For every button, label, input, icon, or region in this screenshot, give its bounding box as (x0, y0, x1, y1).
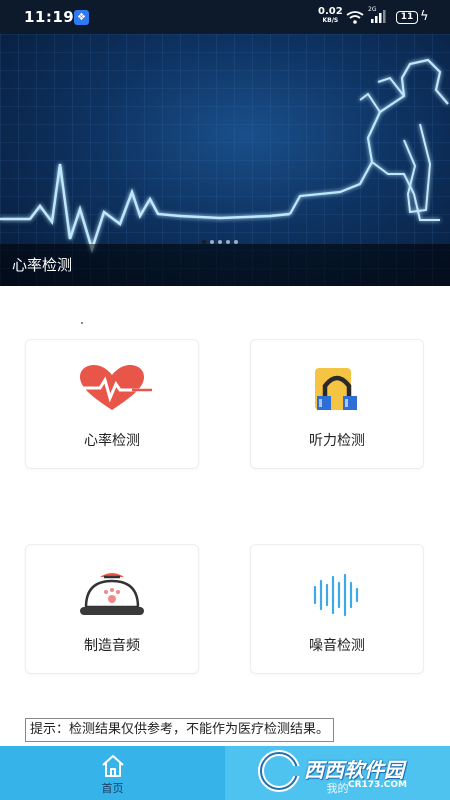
network-speed-value: 0.02 (318, 6, 343, 17)
network-speed-unit: KB/S (322, 17, 339, 24)
watermark-logo-icon (258, 750, 302, 792)
nav-home-label: 首页 (101, 782, 124, 795)
watermark-subtext: CR173.COM (348, 780, 407, 790)
card-label: 制造音频 (84, 638, 140, 654)
banner-carousel[interactable]: 心率检测 (0, 34, 450, 286)
signal-icon (371, 10, 386, 23)
noise-detect-card[interactable]: 噪音检测 (250, 544, 424, 674)
card-label: 听力检测 (309, 433, 365, 449)
headphones-icon (315, 368, 357, 410)
status-time: 11:19 (24, 8, 75, 26)
heart-pulse-icon (72, 365, 152, 410)
wifi-icon (346, 11, 364, 24)
disclaimer-notice: 提示：检测结果仅供参考，不能作为医疗检测结果。 (25, 718, 335, 742)
charging-icon: ϟ (420, 9, 429, 24)
status-bar: 11:19 ❖ 0.02 KB/S 2G 11 ϟ (0, 0, 450, 34)
nav-home[interactable]: 首页 (0, 746, 225, 800)
carousel-indicator[interactable] (202, 229, 242, 244)
card-label: 噪音检测 (309, 638, 365, 654)
watermark-text: 西西软件园 (304, 758, 404, 782)
battery-level: 11 (396, 11, 418, 24)
banner-caption: 心率检测 (12, 256, 73, 274)
card-label: 心率检测 (84, 433, 140, 449)
site-watermark: 西西软件园 CR173.COM (256, 748, 446, 796)
app-notification-icon: ❖ (74, 10, 89, 25)
banner-caption-bar: 心率检测 (0, 244, 450, 286)
divider-dot (81, 322, 83, 324)
network-speed: 0.02 KB/S (318, 6, 343, 25)
make-audio-card[interactable]: 制造音频 (25, 544, 199, 674)
sound-wave-icon (313, 573, 359, 617)
hearing-test-card[interactable]: 听力检测 (250, 339, 424, 469)
heart-rate-card[interactable]: 心率检测 (25, 339, 199, 469)
home-icon (101, 755, 124, 777)
bell-cloche-icon (80, 573, 144, 615)
